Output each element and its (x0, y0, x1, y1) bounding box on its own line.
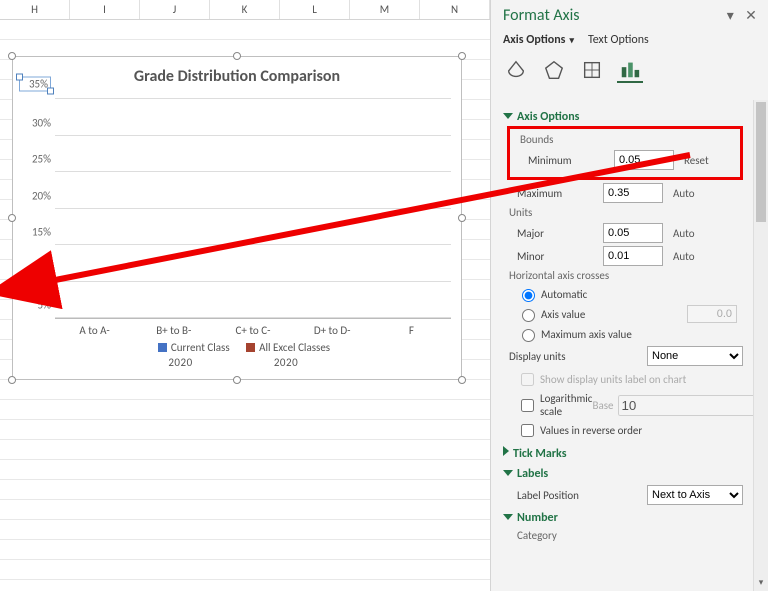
max-auto-button[interactable]: Auto (673, 187, 695, 200)
label-pos-select[interactable]: Next to Axis (647, 485, 743, 505)
annotation-redbox: Bounds Minimum Reset (507, 126, 743, 180)
y-tick-label[interactable]: 5% (19, 299, 51, 312)
log-base-input (618, 395, 754, 416)
fill-line-icon[interactable] (503, 57, 529, 83)
y-tick-label[interactable]: 15% (19, 226, 51, 239)
min-label: Minimum (528, 154, 614, 167)
hcross-label: Horizontal axis crosses (509, 269, 743, 282)
col-header[interactable]: K (210, 0, 280, 19)
x-tick-label[interactable]: C+ to C- (213, 324, 292, 337)
col-header[interactable]: L (280, 0, 350, 19)
hcross-axisvalue-radio[interactable] (522, 309, 535, 322)
y-tick-label[interactable]: 20% (19, 189, 51, 202)
show-units-checkbox (521, 373, 534, 386)
legend-sub-series1: 2020 (133, 356, 228, 369)
y-tick-label[interactable]: 25% (19, 153, 51, 166)
x-tick-label[interactable]: D+ to D- (293, 324, 372, 337)
legend-sub-series2: 2020 (231, 356, 341, 369)
scroll-thumb[interactable] (756, 102, 766, 222)
scroll-down-icon[interactable]: ▾ (754, 577, 768, 591)
section-tick-marks[interactable]: Tick Marks (503, 446, 743, 461)
close-icon[interactable]: ✕ (742, 7, 760, 24)
format-axis-pane: Format Axis ▾ ✕ Axis Options ▾ Text Opti… (490, 0, 768, 591)
legend-label-series1: Current Class (171, 341, 230, 354)
column-header-row: H I J K L M N (0, 0, 490, 20)
legend-swatch-series1 (158, 343, 167, 352)
pane-scrollbar[interactable]: ▴ ▾ (753, 100, 768, 591)
effects-icon[interactable] (541, 57, 567, 83)
col-header[interactable]: J (140, 0, 210, 19)
plot-area[interactable]: 5% 10% 15% 20% 25% 30% 35% A to A- B+ to (55, 99, 451, 319)
hcross-max-radio[interactable] (522, 329, 535, 342)
pane-title: Format Axis (503, 6, 580, 25)
col-header[interactable]: H (0, 0, 70, 19)
min-input[interactable] (614, 150, 674, 170)
y-tick-label-selected[interactable]: 35% (19, 77, 51, 92)
col-header[interactable]: M (350, 0, 420, 19)
min-reset-button[interactable]: Reset (684, 154, 709, 167)
chart-title[interactable]: Grade Distribution Comparison (13, 67, 461, 86)
max-label: Maximum (517, 187, 603, 200)
x-tick-label[interactable]: F (372, 324, 451, 337)
major-auto-button[interactable]: Auto (673, 227, 695, 240)
col-header[interactable]: N (420, 0, 490, 19)
axis-options-icon[interactable] (617, 57, 643, 83)
chart-legend[interactable]: Current Class All Excel Classes 2020 202… (13, 341, 461, 369)
col-header[interactable]: I (70, 0, 140, 19)
label-pos-label: Label Position (517, 489, 647, 502)
minor-input[interactable] (603, 246, 663, 266)
section-labels[interactable]: Labels (503, 467, 743, 481)
y-tick-label[interactable]: 10% (19, 262, 51, 275)
chart-object[interactable]: Grade Distribution Comparison 5% 10% 15%… (12, 56, 462, 380)
log-scale-checkbox[interactable] (521, 399, 534, 412)
major-input[interactable] (603, 223, 663, 243)
category-label: Category (517, 529, 743, 542)
section-axis-options[interactable]: Axis Options (503, 110, 743, 124)
minor-label: Minor (517, 250, 603, 263)
x-tick-label[interactable]: B+ to B- (134, 324, 213, 337)
tab-axis-options[interactable]: Axis Options ▾ (503, 33, 574, 47)
minor-auto-button[interactable]: Auto (673, 250, 695, 263)
units-label: Units (509, 206, 743, 219)
major-label: Major (517, 227, 603, 240)
x-tick-label[interactable]: A to A- (55, 324, 134, 337)
section-number[interactable]: Number (503, 511, 743, 525)
y-tick-label[interactable]: 30% (19, 116, 51, 129)
tab-text-options[interactable]: Text Options (588, 33, 649, 47)
pane-menu-icon[interactable]: ▾ (721, 7, 739, 24)
display-units-select[interactable]: None (647, 346, 743, 366)
legend-label-series2: All Excel Classes (259, 341, 330, 354)
size-props-icon[interactable] (579, 57, 605, 83)
bounds-label: Bounds (520, 133, 736, 146)
legend-swatch-series2 (246, 343, 255, 352)
reverse-checkbox[interactable] (521, 424, 534, 437)
hcross-axisvalue-input (687, 305, 737, 323)
hcross-auto-radio[interactable] (522, 289, 535, 302)
max-input[interactable] (603, 183, 663, 203)
display-units-label: Display units (509, 350, 647, 363)
